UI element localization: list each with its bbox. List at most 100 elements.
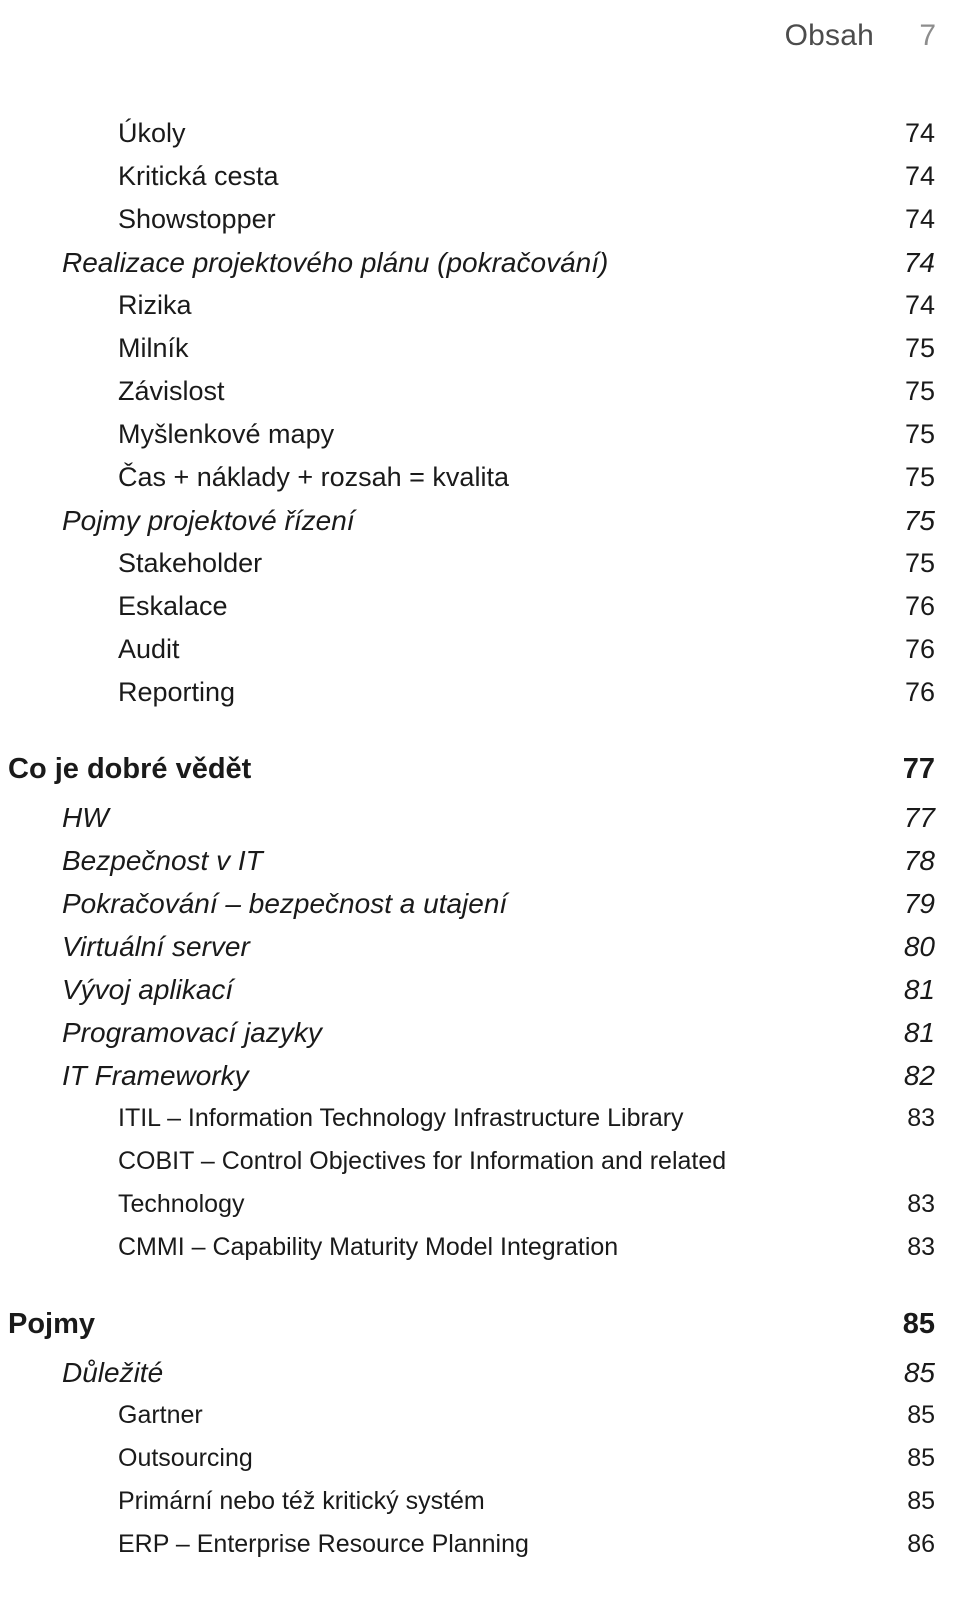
toc-entry[interactable]: Showstopper 74 — [8, 198, 935, 241]
toc-entry-page-number: 76 — [904, 634, 935, 664]
toc-entry[interactable]: Realizace projektového plánu (pokračován… — [8, 241, 935, 284]
toc-entry[interactable]: Pojmy 85 — [8, 1297, 935, 1351]
toc-entry[interactable]: Čas + náklady + rozsah = kvalita 75 — [8, 456, 935, 499]
toc-entry-page-number: 78 — [903, 845, 935, 876]
running-head: Obsah 7 — [0, 0, 936, 72]
toc-entry[interactable]: Virtuální server 80 — [8, 925, 935, 968]
toc-entry-label: IT Frameworky — [62, 1060, 249, 1091]
toc-entry[interactable]: Milník 75 — [8, 327, 935, 370]
toc-entry[interactable]: ITIL – Information Technology Infrastruc… — [8, 1097, 935, 1140]
toc-entry-page-number: 75 — [904, 548, 935, 578]
toc-entry-label: Showstopper — [118, 204, 276, 234]
toc-entry-label: Outsourcing — [118, 1444, 253, 1472]
toc-entry[interactable]: CMMI – Capability Maturity Model Integra… — [8, 1226, 935, 1269]
toc-entry-label: Gartner — [118, 1401, 203, 1429]
toc-entry-label: Pokračování – bezpečnost a utajení — [62, 888, 508, 919]
toc-entry-page-number: 86 — [907, 1530, 935, 1558]
running-head-folio: 7 — [919, 19, 936, 52]
toc-entry[interactable]: Důležité 85 — [8, 1351, 935, 1394]
toc-entry-label: Myšlenkové mapy — [118, 419, 335, 449]
toc-entry[interactable]: Outsourcing 85 — [8, 1437, 935, 1480]
toc-entry-label: Závislost — [118, 376, 225, 406]
toc-entry-page-number: 83 — [907, 1190, 935, 1218]
toc-entry-page-number: 74 — [904, 290, 935, 320]
toc-entry[interactable]: Stakeholder 75 — [8, 542, 935, 585]
toc-entry-label: ITIL – Information Technology Infrastruc… — [118, 1104, 684, 1132]
toc-entry[interactable]: Technology 83 — [8, 1183, 935, 1226]
toc-entry[interactable]: Primární nebo též kritický systém 85 — [8, 1480, 935, 1523]
toc-entry-label: Stakeholder — [118, 548, 263, 578]
toc-entry[interactable]: COBIT – Control Objectives for Informati… — [8, 1140, 935, 1183]
toc-entry-label: Milník — [118, 333, 189, 363]
toc-entry[interactable]: ERP – Enterprise Resource Planning 86 — [8, 1523, 935, 1566]
toc-entry-page-number: 75 — [904, 419, 935, 449]
toc-entry-label: Reporting — [118, 677, 236, 707]
toc-entry-page-number: 74 — [904, 118, 935, 148]
toc-entry-label: Čas + náklady + rozsah = kvalita — [118, 462, 509, 492]
toc-entry-page-number: 81 — [903, 974, 935, 1005]
toc-entry-label: Eskalace — [118, 591, 228, 621]
toc-entry[interactable]: Eskalace 76 — [8, 585, 935, 628]
toc-entry-page-number: 75 — [904, 333, 935, 363]
toc-entry-label: Rizika — [118, 290, 192, 320]
toc-entry-label: Virtuální server — [62, 931, 250, 962]
toc-entry-label: Programovací jazyky — [62, 1017, 322, 1048]
toc-entry[interactable]: HW 77 — [8, 796, 935, 839]
toc-entry[interactable]: Bezpečnost v IT 78 — [8, 839, 935, 882]
toc-entry-page-number: 82 — [903, 1060, 935, 1091]
toc-entry-label: Realizace projektového plánu (pokračován… — [62, 247, 609, 278]
toc-entry-page-number: 83 — [907, 1233, 935, 1261]
toc-entry[interactable]: Co je dobré vědět 77 — [8, 742, 935, 796]
toc-entry[interactable]: Úkoly 74 — [8, 112, 935, 155]
toc-entry-page-number: 80 — [903, 931, 935, 962]
table-of-contents: Úkoly 74 Kritická cesta 74 Showstopper 74 Real… — [8, 112, 935, 1566]
toc-entry-page-number: 85 — [902, 1308, 935, 1340]
toc-entry-page-number: 76 — [904, 677, 935, 707]
toc-entry-label: Vývoj aplikací — [62, 974, 234, 1005]
toc-entry-label: CMMI – Capability Maturity Model Integra… — [118, 1233, 619, 1261]
toc-entry-page-number: 75 — [904, 376, 935, 406]
toc-entry-page-number: 85 — [907, 1401, 935, 1429]
toc-entry-page-number: 77 — [903, 802, 935, 833]
toc-entry-label: ERP – Enterprise Resource Planning — [118, 1530, 529, 1558]
toc-entry-label: Primární nebo též kritický systém — [118, 1487, 485, 1515]
toc-entry-page-number: 74 — [904, 204, 935, 234]
toc-entry[interactable]: IT Frameworky 82 — [8, 1054, 935, 1097]
toc-entry[interactable]: Pojmy projektové řízení 75 — [8, 499, 935, 542]
toc-entry-label: Důležité — [62, 1357, 164, 1388]
toc-entry[interactable]: Pokračování – bezpečnost a utajení 79 — [8, 882, 935, 925]
toc-entry-page-number: 75 — [903, 505, 935, 536]
toc-entry-page-number: 76 — [904, 591, 935, 621]
toc-entry-label: Kritická cesta — [118, 161, 279, 191]
toc-entry-page-number: 85 — [903, 1357, 935, 1388]
toc-entry[interactable]: Audit 76 — [8, 628, 935, 671]
toc-entry-page-number: 79 — [903, 888, 935, 919]
running-head-title: Obsah — [784, 19, 874, 52]
toc-entry-page-number: 75 — [904, 462, 935, 492]
toc-entry-page-number: 74 — [903, 247, 935, 278]
toc-entry-page-number: 85 — [907, 1444, 935, 1472]
toc-page: Obsah 7 Úkoly 74 Kritická cesta 74 Showstopp… — [0, 0, 960, 1617]
toc-entry[interactable]: Reporting 76 — [8, 671, 935, 714]
toc-entry[interactable]: Programovací jazyky 81 — [8, 1011, 935, 1054]
toc-entry[interactable]: Závislost 75 — [8, 370, 935, 413]
toc-entry-label: COBIT – Control Objectives for Informati… — [118, 1147, 727, 1175]
toc-entry[interactable]: Kritická cesta 74 — [8, 155, 935, 198]
toc-entry-label: Pojmy projektové řízení — [62, 505, 355, 536]
toc-entry-page-number: 83 — [907, 1104, 935, 1132]
toc-entry-page-number: 81 — [903, 1017, 935, 1048]
toc-entry-page-number: 85 — [907, 1487, 935, 1515]
toc-entry-label: HW — [62, 802, 109, 833]
toc-entry-page-number: 74 — [904, 161, 935, 191]
toc-entry-label: Úkoly — [118, 118, 186, 148]
toc-entry-label: Pojmy — [8, 1308, 96, 1340]
toc-entry-label: Co je dobré vědět — [8, 753, 252, 785]
toc-entry-page-number: 77 — [902, 753, 935, 785]
toc-entry[interactable]: Myšlenkové mapy 75 — [8, 413, 935, 456]
toc-entry-label: Technology — [118, 1190, 245, 1218]
toc-entry[interactable]: Gartner 85 — [8, 1394, 935, 1437]
toc-entry-label: Bezpečnost v IT — [62, 845, 263, 876]
toc-entry-label: Audit — [118, 634, 180, 664]
toc-entry[interactable]: Vývoj aplikací 81 — [8, 968, 935, 1011]
toc-entry[interactable]: Rizika 74 — [8, 284, 935, 327]
